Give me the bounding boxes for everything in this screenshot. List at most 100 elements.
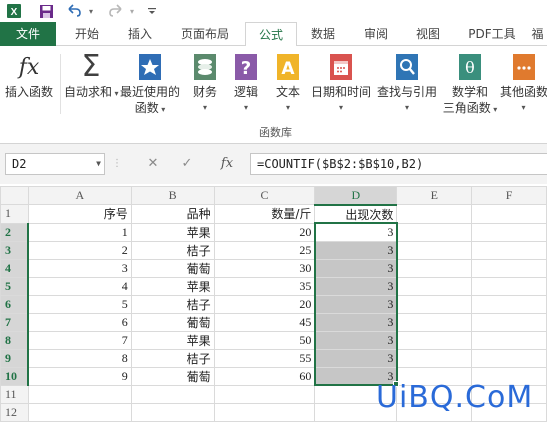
cell-f3[interactable] <box>471 240 547 260</box>
cell-a3[interactable]: 2 <box>27 240 132 260</box>
cell-b7[interactable]: 葡萄 <box>130 312 215 332</box>
cell-e6[interactable] <box>396 294 473 314</box>
cell-b11[interactable] <box>130 384 215 404</box>
cell-d5[interactable]: 3 <box>314 276 398 296</box>
cell-e7[interactable] <box>396 312 473 332</box>
text-functions-button[interactable]: A 文本 ▾ <box>270 52 306 116</box>
cell-e5[interactable] <box>396 276 473 296</box>
column-header-c[interactable]: C <box>213 186 316 205</box>
select-all-corner[interactable] <box>0 186 29 205</box>
cell-b5[interactable]: 苹果 <box>130 276 215 296</box>
cell-d1[interactable]: 出现次数 <box>314 204 398 224</box>
math-trig-button[interactable]: θ 数学和 三角函数 ▾ <box>440 52 500 118</box>
cell-c1[interactable]: 数量/斤 <box>213 204 316 224</box>
tab-view[interactable]: 视图 <box>404 22 452 46</box>
tab-data[interactable]: 数据 <box>300 22 346 46</box>
cell-b12[interactable] <box>130 402 215 422</box>
row-header[interactable]: 11 <box>0 384 29 404</box>
cell-d7[interactable]: 3 <box>314 312 398 332</box>
cell-c2[interactable]: 20 <box>213 222 316 242</box>
more-functions-button[interactable]: 其他函数 ▾ <box>500 52 547 116</box>
cell-e3[interactable] <box>396 240 473 260</box>
row-header[interactable]: 6 <box>0 294 30 314</box>
row-header[interactable]: 7 <box>0 312 30 332</box>
cell-c10[interactable]: 60 <box>213 366 316 386</box>
cell-c5[interactable]: 35 <box>213 276 316 296</box>
cell-e2[interactable] <box>396 222 473 242</box>
cell-f2[interactable] <box>471 222 547 242</box>
row-header[interactable]: 10 <box>0 366 30 386</box>
row-header[interactable]: 3 <box>0 240 30 260</box>
cell-a7[interactable]: 6 <box>27 312 132 332</box>
row-header[interactable]: 2 <box>0 222 30 242</box>
cell-b2[interactable]: 苹果 <box>130 222 215 242</box>
cell-a10[interactable]: 9 <box>27 366 132 386</box>
cell-a5[interactable]: 4 <box>27 276 132 296</box>
cell-b3[interactable]: 桔子 <box>130 240 215 260</box>
autosum-button[interactable]: Σ 自动求和 ▾ <box>64 52 119 102</box>
name-box-dropdown-icon[interactable]: ▼ <box>96 154 101 174</box>
row-header[interactable]: 9 <box>0 348 30 368</box>
cell-a8[interactable]: 7 <box>27 330 132 350</box>
cell-c4[interactable]: 30 <box>213 258 316 278</box>
cell-c6[interactable]: 20 <box>213 294 316 314</box>
undo-icon[interactable] <box>64 1 84 21</box>
column-header-a[interactable]: A <box>27 186 132 205</box>
cell-d2[interactable]: 3 <box>314 222 398 242</box>
cell-b8[interactable]: 苹果 <box>130 330 215 350</box>
column-header-e[interactable]: E <box>396 186 473 205</box>
cell-c12[interactable] <box>213 402 316 422</box>
tab-formulas[interactable]: 公式 <box>245 22 297 47</box>
cell-d9[interactable]: 3 <box>314 348 398 368</box>
cell-a4[interactable]: 3 <box>27 258 132 278</box>
cell-f1[interactable] <box>471 204 547 224</box>
row-header[interactable]: 5 <box>0 276 30 296</box>
cell-f9[interactable] <box>471 348 547 368</box>
undo-dropdown-icon[interactable]: ▾ <box>86 1 96 21</box>
tab-page-layout[interactable]: 页面布局 <box>168 22 242 46</box>
tab-review[interactable]: 审阅 <box>352 22 400 46</box>
enter-entry-icon[interactable]: ✓ <box>174 153 200 175</box>
tab-file[interactable]: 文件 <box>0 22 56 46</box>
cell-f7[interactable] <box>471 312 547 332</box>
row-header[interactable]: 4 <box>0 258 30 278</box>
cell-a11[interactable] <box>27 384 132 404</box>
cell-b1[interactable]: 品种 <box>130 204 215 224</box>
tab-pdf-tools[interactable]: PDF工具 <box>460 22 524 46</box>
cell-a12[interactable] <box>27 402 132 422</box>
insert-function-button[interactable]: fx 插入函数 <box>2 52 56 100</box>
customize-qat-icon[interactable] <box>146 1 158 21</box>
logical-button[interactable]: ? 逻辑 ▾ <box>228 52 264 116</box>
cell-d4[interactable]: 3 <box>314 258 398 278</box>
cell-e1[interactable] <box>396 204 473 224</box>
financial-button[interactable]: 财务 ▾ <box>186 52 224 116</box>
row-header[interactable]: 1 <box>0 204 29 224</box>
cancel-entry-icon[interactable]: ✕ <box>140 153 166 175</box>
cell-c9[interactable]: 55 <box>213 348 316 368</box>
row-header[interactable]: 12 <box>0 402 29 422</box>
cell-c11[interactable] <box>213 384 316 404</box>
cell-f4[interactable] <box>471 258 547 278</box>
column-header-b[interactable]: B <box>130 186 215 205</box>
row-header[interactable]: 8 <box>0 330 30 350</box>
cell-a9[interactable]: 8 <box>27 348 132 368</box>
column-header-f[interactable]: F <box>471 186 547 205</box>
cell-a1[interactable]: 序号 <box>27 204 132 224</box>
cell-b9[interactable]: 桔子 <box>130 348 215 368</box>
lookup-reference-button[interactable]: 查找与引用 ▾ <box>374 52 440 116</box>
redo-dropdown-icon[interactable]: ▾ <box>127 1 137 21</box>
tab-home[interactable]: 开始 <box>62 22 112 46</box>
cell-e9[interactable] <box>396 348 473 368</box>
cell-b4[interactable]: 葡萄 <box>130 258 215 278</box>
insert-function-fx-icon[interactable]: fx <box>214 153 240 175</box>
cell-b10[interactable]: 葡萄 <box>130 366 215 386</box>
cell-f6[interactable] <box>471 294 547 314</box>
cell-d8[interactable]: 3 <box>314 330 398 350</box>
datetime-button[interactable]: 日期和时间 ▾ <box>308 52 374 116</box>
cell-e4[interactable] <box>396 258 473 278</box>
redo-icon[interactable] <box>106 1 126 21</box>
cell-e8[interactable] <box>396 330 473 350</box>
cell-c8[interactable]: 50 <box>213 330 316 350</box>
cell-a6[interactable]: 5 <box>27 294 132 314</box>
cell-b6[interactable]: 桔子 <box>130 294 215 314</box>
